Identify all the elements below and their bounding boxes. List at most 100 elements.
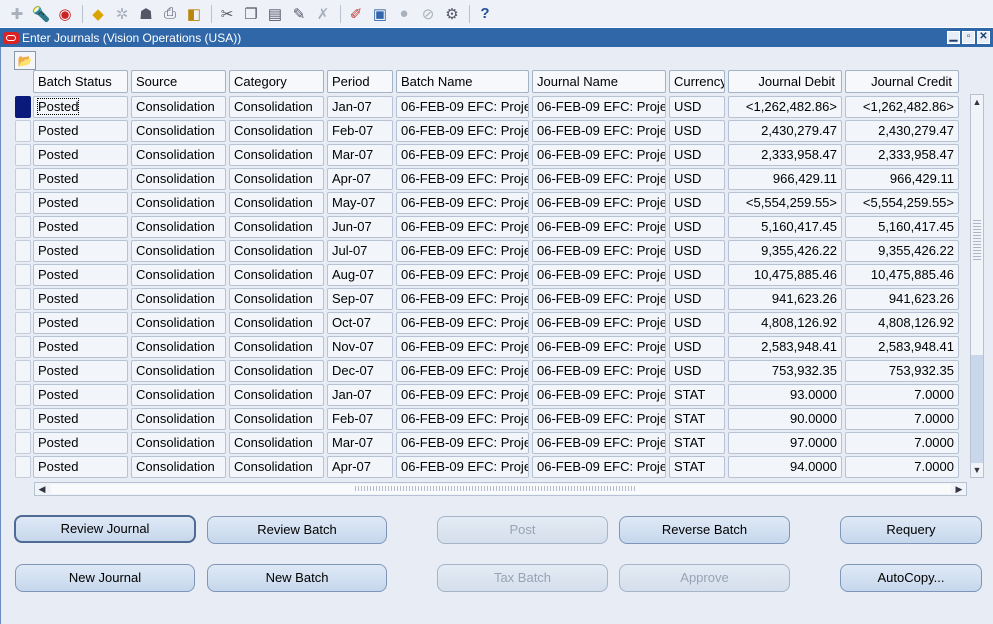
cell-source[interactable]: Consolidation (131, 120, 226, 142)
open-folder-button[interactable]: 📂 (14, 51, 36, 70)
cell-journal-name[interactable]: 06-FEB-09 EFC: Proje (532, 264, 666, 286)
cell-batch-status[interactable]: Posted (33, 288, 128, 310)
cell-period[interactable]: Jul-07 (327, 240, 393, 262)
row-selector[interactable] (15, 360, 31, 382)
cell-currency[interactable]: USD (669, 192, 725, 214)
paste-icon[interactable]: ▤ (264, 3, 286, 25)
cell-currency[interactable]: STAT (669, 384, 725, 406)
cell-category[interactable]: Consolidation (229, 408, 324, 430)
row-selector[interactable] (15, 96, 31, 118)
cell-category[interactable]: Consolidation (229, 288, 324, 310)
cell-currency[interactable]: USD (669, 216, 725, 238)
cell-currency[interactable]: USD (669, 264, 725, 286)
cell-currency[interactable]: USD (669, 96, 725, 118)
cell-category[interactable]: Consolidation (229, 216, 324, 238)
cell-source[interactable]: Consolidation (131, 312, 226, 334)
cell-batch-name[interactable]: 06-FEB-09 EFC: Proje (396, 360, 529, 382)
cell-batch-status[interactable]: Posted (33, 216, 128, 238)
cell-category[interactable]: Consolidation (229, 144, 324, 166)
cell-source[interactable]: Consolidation (131, 240, 226, 262)
cell-journal-name[interactable]: 06-FEB-09 EFC: Proje (532, 312, 666, 334)
cell-currency[interactable]: USD (669, 144, 725, 166)
cell-journal-debit[interactable]: 966,429.11 (728, 168, 842, 190)
cell-source[interactable]: Consolidation (131, 192, 226, 214)
tax-batch-button[interactable]: Tax Batch (437, 564, 608, 592)
cell-journal-credit[interactable]: 753,932.35 (845, 360, 959, 382)
cell-period[interactable]: Apr-07 (327, 168, 393, 190)
row-selector[interactable] (15, 288, 31, 310)
cell-journal-name[interactable]: 06-FEB-09 EFC: Proje (532, 336, 666, 358)
cell-journal-debit[interactable]: 93.0000 (728, 384, 842, 406)
edit-field-icon[interactable]: ✐ (345, 3, 367, 25)
column-header-batch-status[interactable]: Batch Status (33, 70, 128, 93)
cell-journal-name[interactable]: 06-FEB-09 EFC: Proje (532, 168, 666, 190)
cell-batch-status[interactable]: Posted (33, 240, 128, 262)
column-header-journal-credit[interactable]: Journal Credit (845, 70, 959, 93)
cell-journal-debit[interactable]: 9,355,426.22 (728, 240, 842, 262)
cell-source[interactable]: Consolidation (131, 144, 226, 166)
row-selector[interactable] (15, 432, 31, 454)
cell-category[interactable]: Consolidation (229, 312, 324, 334)
cell-journal-credit[interactable]: <5,554,259.55> (845, 192, 959, 214)
cell-journal-credit[interactable]: 5,160,417.45 (845, 216, 959, 238)
zoom-icon[interactable]: ▣ (369, 3, 391, 25)
cell-period[interactable]: Sep-07 (327, 288, 393, 310)
cell-source[interactable]: Consolidation (131, 384, 226, 406)
scroll-thumb[interactable] (971, 355, 983, 463)
maximize-button[interactable]: ▫ (962, 31, 975, 44)
cell-category[interactable]: Consolidation (229, 336, 324, 358)
reverse-batch-button[interactable]: Reverse Batch (619, 516, 790, 544)
cell-batch-name[interactable]: 06-FEB-09 EFC: Proje (396, 336, 529, 358)
cell-journal-name[interactable]: 06-FEB-09 EFC: Proje (532, 456, 666, 478)
cell-period[interactable]: May-07 (327, 192, 393, 214)
cell-currency[interactable]: STAT (669, 408, 725, 430)
cell-journal-name[interactable]: 06-FEB-09 EFC: Proje (532, 240, 666, 262)
help-icon[interactable]: ? (474, 3, 496, 25)
column-header-period[interactable]: Period (327, 70, 393, 93)
navigator-icon[interactable]: ◉ (54, 3, 76, 25)
cell-batch-status[interactable]: Posted (33, 192, 128, 214)
cell-batch-status[interactable]: Posted (33, 408, 128, 430)
cell-journal-name[interactable]: 06-FEB-09 EFC: Proje (532, 432, 666, 454)
save-icon[interactable]: ◆ (87, 3, 109, 25)
cell-batch-name[interactable]: 06-FEB-09 EFC: Proje (396, 456, 529, 478)
cell-batch-status[interactable]: Posted (33, 336, 128, 358)
cell-source[interactable]: Consolidation (131, 432, 226, 454)
cell-batch-status[interactable]: Posted (33, 144, 128, 166)
cell-batch-name[interactable]: 06-FEB-09 EFC: Proje (396, 192, 529, 214)
cell-currency[interactable]: USD (669, 336, 725, 358)
cell-journal-credit[interactable]: 966,429.11 (845, 168, 959, 190)
row-selector[interactable] (15, 168, 31, 190)
cell-category[interactable]: Consolidation (229, 456, 324, 478)
cell-source[interactable]: Consolidation (131, 168, 226, 190)
attachments-icon[interactable]: ⊘ (417, 3, 439, 25)
cell-journal-debit[interactable]: <1,262,482.86> (728, 96, 842, 118)
cell-journal-name[interactable]: 06-FEB-09 EFC: Proje (532, 384, 666, 406)
row-selector[interactable] (15, 408, 31, 430)
cell-category[interactable]: Consolidation (229, 384, 324, 406)
review-batch-button[interactable]: Review Batch (207, 516, 387, 544)
cell-period[interactable]: Jun-07 (327, 216, 393, 238)
cell-period[interactable]: Feb-07 (327, 120, 393, 142)
cell-batch-status[interactable]: Posted (33, 384, 128, 406)
cell-journal-credit[interactable]: 7.0000 (845, 432, 959, 454)
cell-currency[interactable]: USD (669, 120, 725, 142)
cell-batch-status[interactable]: Posted (33, 432, 128, 454)
cell-category[interactable]: Consolidation (229, 96, 324, 118)
minimize-button[interactable]: ▁ (947, 31, 960, 44)
column-header-journal-debit[interactable]: Journal Debit (728, 70, 842, 93)
cell-category[interactable]: Consolidation (229, 120, 324, 142)
cell-journal-credit[interactable]: 2,583,948.41 (845, 336, 959, 358)
cell-period[interactable]: Feb-07 (327, 408, 393, 430)
cell-currency[interactable]: USD (669, 312, 725, 334)
translations-icon[interactable]: ● (393, 3, 415, 25)
cell-batch-name[interactable]: 06-FEB-09 EFC: Proje (396, 312, 529, 334)
scroll-up-icon[interactable]: ▲ (971, 95, 983, 109)
cut-icon[interactable]: ✂ (216, 3, 238, 25)
cell-period[interactable]: Oct-07 (327, 312, 393, 334)
row-selector[interactable] (15, 336, 31, 358)
cell-journal-name[interactable]: 06-FEB-09 EFC: Proje (532, 192, 666, 214)
cell-journal-debit[interactable]: 2,583,948.41 (728, 336, 842, 358)
switch-responsibility-icon[interactable]: ☗ (135, 3, 157, 25)
copy-icon[interactable]: ❐ (240, 3, 262, 25)
